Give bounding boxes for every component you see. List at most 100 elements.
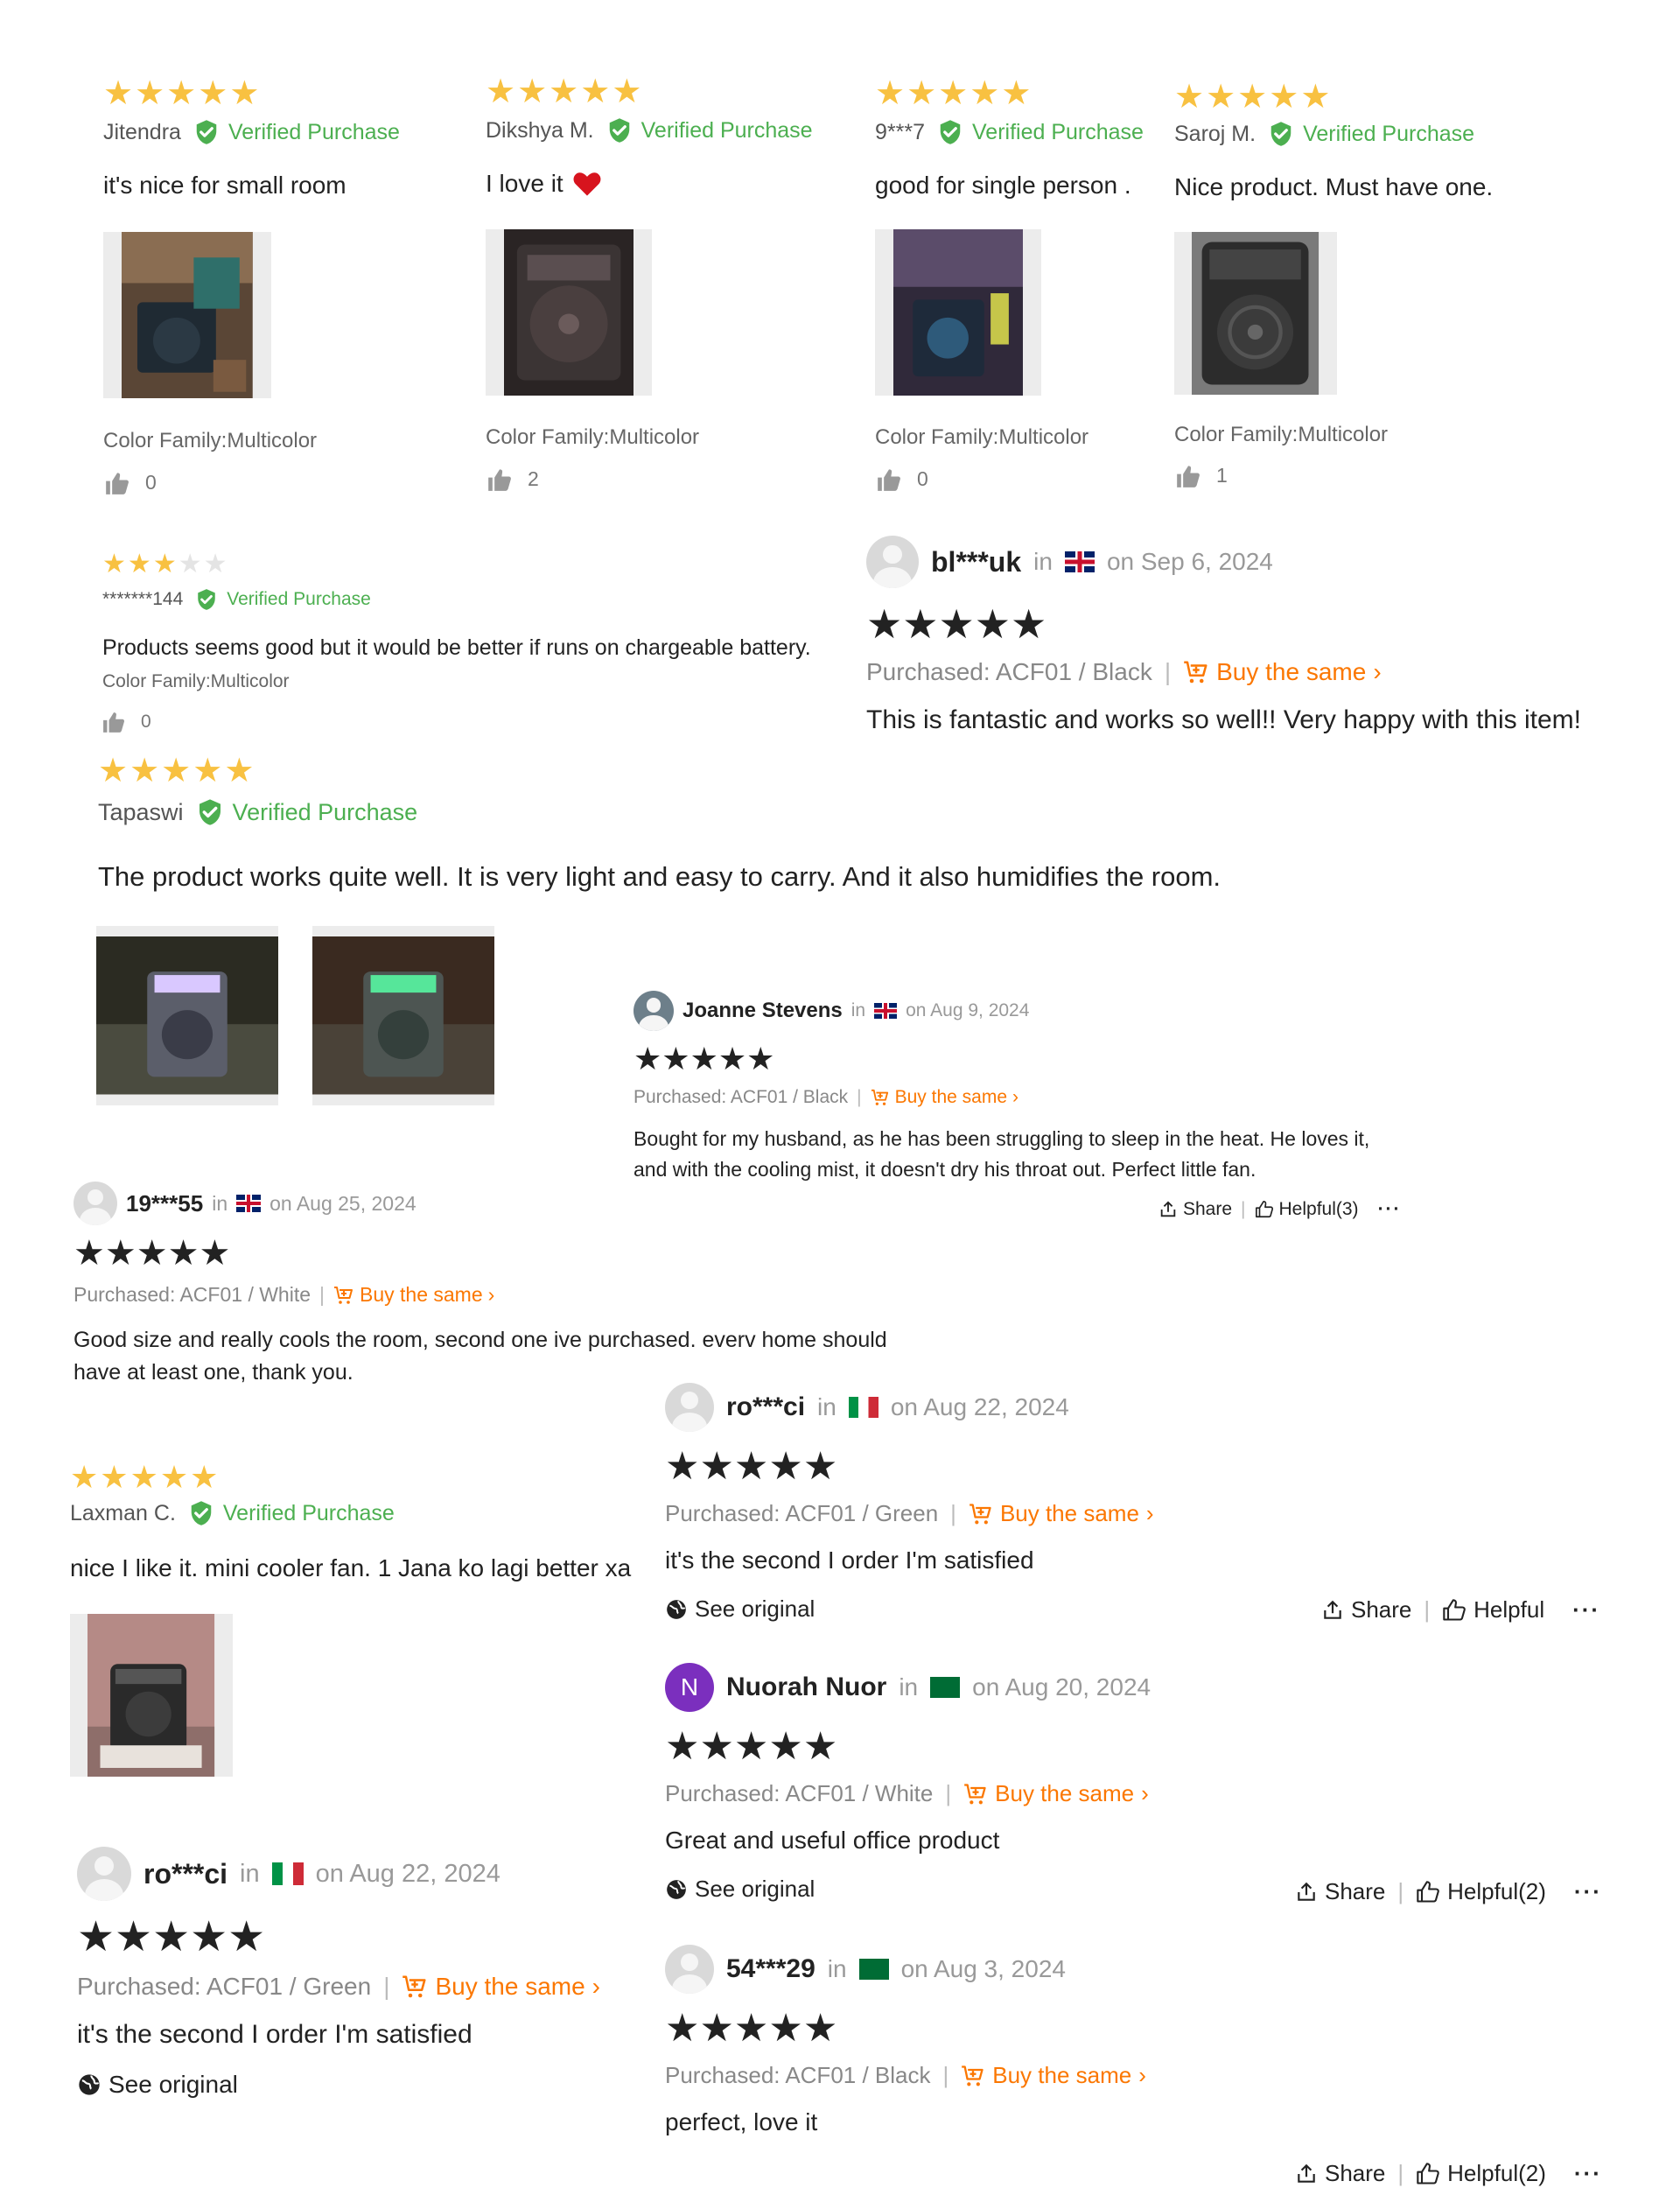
helpful-button[interactable]: Helpful xyxy=(1442,1596,1544,1623)
buy-the-same-button[interactable]: Buy the same › xyxy=(402,1973,600,2001)
like-button[interactable]: 0 xyxy=(102,712,811,733)
fan-photo-image xyxy=(503,229,634,396)
star-rating: ★★★★★ xyxy=(77,1917,600,1959)
avatar[interactable] xyxy=(665,1945,714,1994)
review-text: it's nice for small room xyxy=(103,172,346,199)
divider: | xyxy=(950,1500,956,1526)
divider: | xyxy=(383,1973,390,2000)
star-filled-icon: ★ xyxy=(768,1445,803,1488)
buy-the-same-button[interactable]: Buy the same › xyxy=(963,1780,1149,1807)
review-photo[interactable] xyxy=(875,229,1041,396)
buy-the-same-button[interactable]: Buy the same › xyxy=(333,1283,494,1307)
star-filled-icon: ★ xyxy=(127,550,153,579)
star-filled-icon: ★ xyxy=(974,601,1011,647)
more-options-button[interactable]: ··· xyxy=(1574,2160,1602,2187)
star-filled-icon: ★ xyxy=(1206,79,1238,116)
cart-plus-icon xyxy=(1184,661,1208,684)
thumbs-up-icon xyxy=(103,712,125,733)
star-rating: ★★★★★ xyxy=(665,1728,1151,1766)
variant-label: Color Family:Multicolor xyxy=(1174,423,1389,446)
review-text: Great and useful office product xyxy=(665,1827,1000,1854)
review-photo[interactable] xyxy=(96,926,278,1105)
buy-the-same-button[interactable]: Buy the same › xyxy=(871,1087,1018,1108)
more-options-button[interactable]: ··· xyxy=(1574,1878,1602,1905)
purchased-variant: Purchased: ACF01 / Green xyxy=(77,1973,372,2000)
chevron-right-icon: › xyxy=(487,1283,495,1306)
avatar[interactable] xyxy=(634,991,674,1031)
more-options-button[interactable]: ··· xyxy=(1572,1596,1600,1623)
star-filled-icon: ★ xyxy=(130,753,162,789)
chevron-right-icon: › xyxy=(1145,1500,1154,1526)
like-button[interactable]: 2 xyxy=(487,467,539,491)
daraz-review-jitendra: ★★★★★ Jitendra Verified Purchase it's ni… xyxy=(103,77,400,200)
like-count: 1 xyxy=(1216,464,1228,487)
divider: | xyxy=(1164,658,1172,685)
in-label: in xyxy=(817,1393,836,1420)
chevron-right-icon: › xyxy=(1141,1780,1149,1806)
buy-the-same-button[interactable]: Buy the same › xyxy=(961,2062,1146,2089)
share-button[interactable]: Share xyxy=(1321,1596,1411,1623)
star-filled-icon: ★ xyxy=(98,753,130,789)
helpful-button[interactable]: Helpful(3) xyxy=(1255,1199,1359,1220)
divider: | xyxy=(942,2062,949,2088)
like-button[interactable]: 0 xyxy=(105,471,157,494)
review-photo[interactable] xyxy=(103,232,271,398)
avatar[interactable]: N xyxy=(665,1663,714,1712)
see-original-button[interactable]: See original xyxy=(77,2071,600,2099)
share-button[interactable]: Share xyxy=(1295,2160,1385,2187)
avatar[interactable] xyxy=(77,1847,131,1901)
helpful-button[interactable]: Helpful(2) xyxy=(1416,1878,1546,1905)
review-text: it's the second I order I'm satisfied xyxy=(77,2020,472,2049)
star-empty-icon: ★ xyxy=(203,550,229,579)
reviewer-name: Nuorah Nuor xyxy=(726,1673,887,1701)
buy-the-same-button[interactable]: Buy the same › xyxy=(1183,658,1382,686)
star-filled-icon: ★ xyxy=(224,753,256,789)
helpful-button[interactable]: Helpful(2) xyxy=(1416,2160,1546,2187)
see-original-button[interactable]: See original xyxy=(665,1876,1151,1903)
temu-review-nuorah: N Nuorah Nuor in on Aug 20, 2024 ★★★★★ P… xyxy=(665,1663,1151,1903)
in-label: in xyxy=(1033,548,1053,575)
purchased-variant: Purchased: ACF01 / White xyxy=(665,1780,934,1806)
fan-photo-image xyxy=(1192,232,1320,395)
review-text: good for single person . xyxy=(875,172,1131,199)
share-icon xyxy=(1298,2163,1315,2183)
star-filled-icon: ★ xyxy=(665,2007,700,2050)
avatar[interactable] xyxy=(665,1383,714,1432)
star-filled-icon: ★ xyxy=(733,1725,769,1768)
review-photo[interactable] xyxy=(312,926,494,1105)
review-photo[interactable] xyxy=(1174,232,1337,395)
star-filled-icon: ★ xyxy=(690,1041,718,1076)
star-filled-icon: ★ xyxy=(167,1234,200,1273)
star-filled-icon: ★ xyxy=(802,2007,838,2050)
star-filled-icon: ★ xyxy=(612,74,644,110)
avatar[interactable] xyxy=(866,536,919,588)
review-text: The product works quite well. It is very… xyxy=(98,861,1222,892)
star-filled-icon: ★ xyxy=(662,1041,690,1076)
purchased-variant: Purchased: ACF01 / Black xyxy=(665,2062,931,2088)
fan-photo-image xyxy=(88,1614,215,1777)
star-rating: ★★★★★ xyxy=(102,551,811,578)
share-button[interactable]: Share xyxy=(1158,1199,1232,1220)
more-options-button[interactable]: ··· xyxy=(1378,1199,1402,1220)
avatar[interactable] xyxy=(74,1182,117,1225)
daraz-review-9-7: ★★★★★ 9***7 Verified Purchase good for s… xyxy=(875,77,1144,200)
star-empty-icon: ★ xyxy=(178,550,204,579)
share-button[interactable]: Share xyxy=(1295,1878,1385,1905)
review-photo[interactable] xyxy=(486,229,652,396)
like-button[interactable]: 1 xyxy=(1176,464,1228,487)
see-original-button[interactable]: See original xyxy=(665,1595,1154,1623)
star-rating: ★★★★★ xyxy=(70,1462,631,1493)
like-button[interactable]: 0 xyxy=(877,467,928,491)
review-text: Nice product. Must have one. xyxy=(1174,173,1494,200)
review-actions: Share | Helpful(3) ··· xyxy=(1158,1199,1402,1220)
reviewer-name: Tapaswi xyxy=(98,798,184,825)
star-filled-icon: ★ xyxy=(152,1914,191,1960)
fan-photo-image xyxy=(312,936,494,1095)
star-filled-icon: ★ xyxy=(198,75,230,112)
review-photo[interactable] xyxy=(70,1614,233,1777)
star-filled-icon: ★ xyxy=(665,1725,700,1768)
buy-the-same-button[interactable]: Buy the same › xyxy=(969,1500,1154,1527)
share-icon xyxy=(1160,1201,1176,1217)
like-count: 0 xyxy=(141,712,151,732)
star-filled-icon: ★ xyxy=(104,1234,136,1273)
